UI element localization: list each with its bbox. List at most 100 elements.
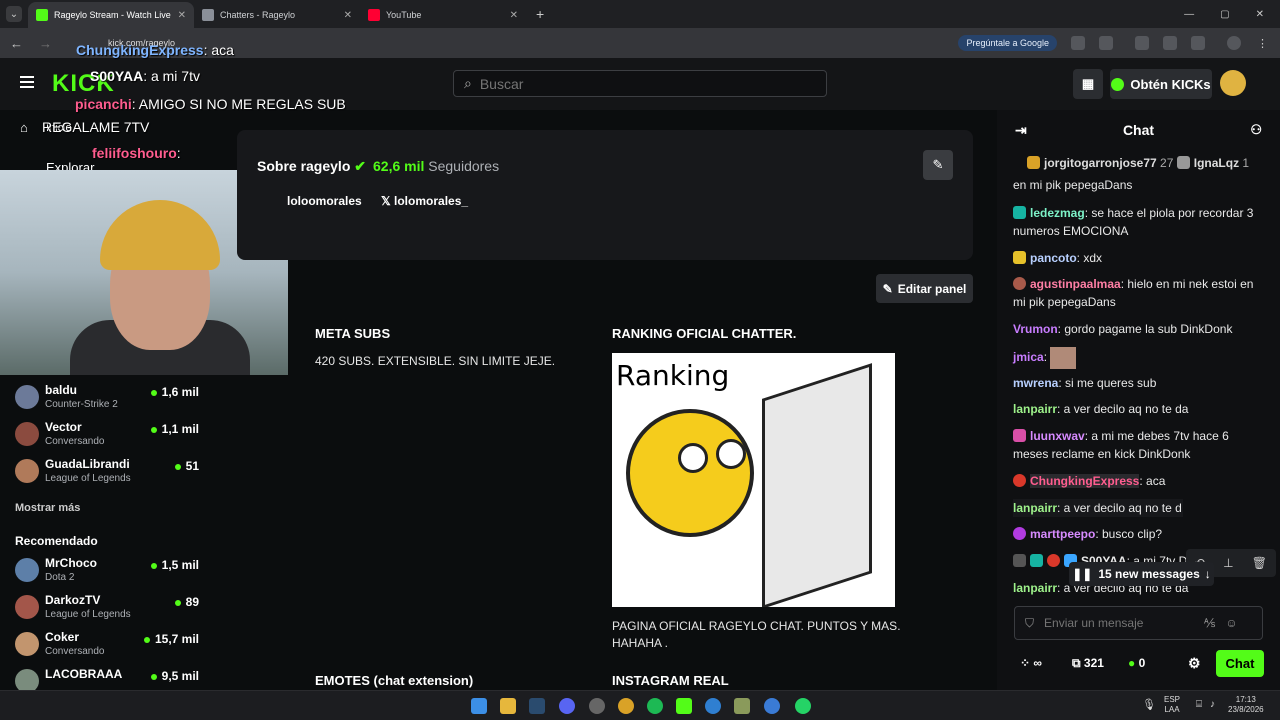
get-kicks-label: Obtén KICKs	[1130, 76, 1211, 92]
chrome-icon[interactable]	[618, 698, 634, 714]
forward-icon[interactable]: →	[39, 36, 52, 51]
chat-settings-icon-group[interactable]: ⁘ ∞	[1020, 656, 1042, 670]
zoom-icon[interactable]	[1071, 36, 1085, 50]
ccleaner-icon[interactable]	[705, 698, 721, 714]
profile-avatar[interactable]	[1227, 36, 1241, 50]
tab-kick[interactable]: Rageylo Stream - Watch Live on ✕	[28, 2, 194, 28]
close-window-icon[interactable]: ✕	[1256, 9, 1264, 20]
pin-icon[interactable]: ⊥	[1223, 556, 1233, 570]
chat-message[interactable]: marttpeepo: busco clip?	[1013, 525, 1263, 543]
social-link[interactable]: loloomorales	[287, 194, 362, 208]
users-icon[interactable]: ⚇	[1250, 122, 1262, 138]
channel-item[interactable]: Coker Conversando 15,7 mil	[15, 630, 205, 664]
puzzle-icon[interactable]	[1191, 36, 1205, 50]
get-kicks-button[interactable]: Obtén KICKs	[1110, 69, 1212, 99]
viewer-count: 15,7 mil	[144, 632, 199, 646]
spotify-icon[interactable]	[647, 698, 663, 714]
app-icon[interactable]	[589, 698, 605, 714]
tab-chatters[interactable]: Chatters - Rageylo ✕	[194, 2, 360, 28]
search-input[interactable]	[479, 75, 780, 92]
translate-icon[interactable]: ⅍	[1204, 616, 1215, 630]
notes-icon[interactable]	[734, 698, 750, 714]
ranking-image[interactable]: Ranking	[612, 353, 895, 607]
channel-category: Counter-Strike 2	[45, 399, 118, 410]
chat-message[interactable]: mwrena: si me queres sub	[1013, 374, 1263, 392]
extension-icon[interactable]	[1135, 36, 1149, 50]
more-menu-icon[interactable]: ⋮	[1257, 37, 1268, 50]
minimize-icon[interactable]: —	[1184, 9, 1194, 20]
channel-category: Conversando	[45, 646, 105, 657]
new-messages-button[interactable]: ❚❚ 15 new messages ↓	[1069, 562, 1214, 586]
keyboard-language[interactable]: ESP LAA	[1164, 695, 1180, 715]
dashboard-button[interactable]: ▦	[1073, 69, 1103, 99]
pencil-icon: ✎	[932, 157, 944, 172]
tab-title: YouTube	[386, 10, 422, 20]
new-tab-button[interactable]: +	[536, 6, 544, 22]
chat-message[interactable]: pancoto: xdx	[1013, 249, 1263, 267]
viewer-count: 1,1 mil	[151, 422, 199, 436]
ranking-image-text: Ranking	[616, 359, 730, 392]
chat-message[interactable]: en mi pik pepegaDans	[1013, 176, 1263, 194]
emoji-icon[interactable]: ☺	[1225, 616, 1237, 630]
ask-google-button[interactable]: Pregúntale a Google	[958, 35, 1057, 51]
chat-header: ⇥ Chat ⚇	[997, 110, 1280, 150]
home-icon[interactable]: ⌂	[20, 120, 28, 135]
menu-icon[interactable]	[20, 76, 34, 88]
whatsapp-icon[interactable]	[795, 698, 811, 714]
folder-icon[interactable]	[500, 698, 516, 714]
discord-icon[interactable]	[559, 698, 575, 714]
delete-icon[interactable]: 🗑	[1252, 556, 1267, 570]
tab-search-button[interactable]: ⌄	[6, 6, 22, 22]
channel-item[interactable]: Vector Conversando 1,1 mil	[15, 420, 205, 454]
gear-icon[interactable]: ⚙	[1188, 655, 1201, 672]
chat-message[interactable]: lanpairr: a ver decilo aq no te da	[1013, 400, 1263, 418]
edit-about-button[interactable]: ✎	[923, 150, 953, 180]
user-avatar[interactable]	[1220, 70, 1246, 96]
close-icon[interactable]: ✕	[178, 10, 186, 21]
chat-message[interactable]: luunxwav: a mi me debes 7tv hace 6 meses…	[1013, 427, 1263, 463]
clock[interactable]: 17:13 23/8/2026	[1228, 695, 1264, 715]
channel-item[interactable]: GuadaLibrandi League of Legends 51	[15, 457, 205, 491]
avatar	[15, 422, 39, 446]
bookmark-star-icon[interactable]	[1099, 36, 1113, 50]
steam-icon[interactable]	[529, 698, 545, 714]
chat-message[interactable]: ledezmag: se hace el piola por recordar …	[1013, 204, 1263, 240]
edit-panel-button[interactable]: ✎ Editar panel	[876, 274, 973, 303]
channel-item[interactable]: LACOBRAAA 9,5 mil	[15, 667, 205, 690]
close-icon[interactable]: ✕	[510, 10, 518, 21]
kick-icon[interactable]	[676, 698, 692, 714]
mic-icon[interactable]: 🎙	[1142, 700, 1156, 711]
network-icon[interactable]: ⌸	[1196, 700, 1202, 710]
chat-message[interactable]: Vrumon: gordo pagame la sub DinkDonk	[1013, 320, 1263, 338]
channel-item[interactable]: MrChoco Dota 2 1,5 mil	[15, 556, 205, 590]
arrow-down-icon: ↓	[1204, 567, 1211, 581]
channel-name: baldu	[45, 383, 77, 397]
channel-item[interactable]: DarkozTV League of Legends 89	[15, 593, 205, 627]
chat-message-input[interactable]	[1044, 616, 1195, 630]
chat-message[interactable]: lanpairr: a ver decilo aq no te d	[1013, 499, 1183, 517]
maximize-icon[interactable]: ▢	[1220, 9, 1229, 20]
channel-name: GuadaLibrandi	[45, 457, 130, 471]
search-box[interactable]: ⌕	[453, 70, 827, 97]
back-icon[interactable]: ←	[10, 36, 23, 51]
tab-title: Rageylo Stream - Watch Live on	[54, 10, 172, 20]
chat-message[interactable]: agustinpaalmaa: hielo en mi nek estoi en…	[1013, 275, 1263, 311]
social-link-x[interactable]: 𝕏 lolomorales_	[381, 194, 468, 208]
close-icon[interactable]: ✕	[344, 10, 352, 21]
chat-message[interactable]: ChungkingExpress: aca	[1013, 472, 1263, 490]
collapse-chat-icon[interactable]: ⇥	[1015, 122, 1027, 139]
tab-youtube[interactable]: YouTube ✕	[360, 2, 526, 28]
kick-favicon-icon	[36, 9, 48, 21]
extension-icon[interactable]	[1163, 36, 1177, 50]
start-icon[interactable]	[471, 698, 487, 714]
app-icon[interactable]	[764, 698, 780, 714]
windows-taskbar: 🎙 ESP LAA ⌸ ♪ 17:13 23/8/2026	[0, 690, 1280, 720]
channel-points[interactable]: ⧉ 321	[1072, 656, 1104, 671]
kicks-balance[interactable]: ● 0	[1128, 656, 1145, 670]
chat-input-box[interactable]: ⛉ ⅍ ☺	[1014, 606, 1263, 640]
chat-message[interactable]: jmica:	[1013, 347, 1263, 369]
send-chat-button[interactable]: Chat	[1216, 650, 1264, 677]
volume-icon[interactable]: ♪	[1210, 700, 1215, 710]
channel-item[interactable]: baldu Counter-Strike 2 1,6 mil	[15, 383, 205, 417]
show-more-link[interactable]: Mostrar más	[15, 502, 80, 514]
